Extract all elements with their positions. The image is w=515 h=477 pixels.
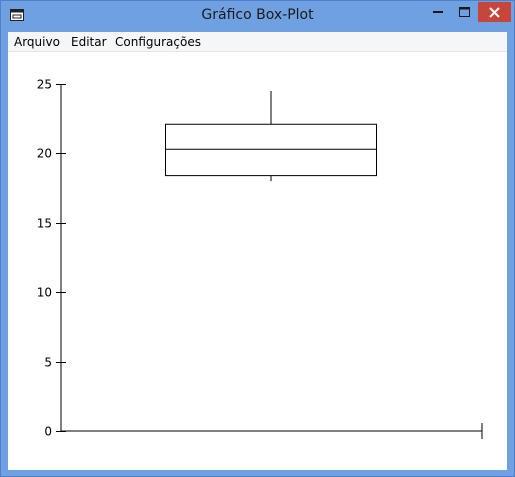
y-tick-label: 25 [37, 78, 52, 92]
menu-configuracoes[interactable]: Configurações [115, 35, 201, 49]
y-tick-label: 5 [44, 356, 52, 370]
interquartile-box [165, 123, 377, 177]
box [165, 90, 377, 182]
close-icon [489, 6, 500, 18]
menu-bar: Arquivo Editar Configurações [8, 32, 507, 52]
y-tick-label: 0 [44, 425, 52, 439]
maximize-icon [459, 7, 470, 17]
y-tick-label: 10 [37, 286, 52, 300]
y-tick-label: 20 [37, 147, 52, 161]
close-button[interactable] [478, 2, 511, 22]
minimize-button[interactable] [424, 2, 451, 22]
app-window: Gráfico Box-Plot Arquivo Editar Configur… [0, 0, 515, 477]
chart-area: 0 5 10 15 20 25 [8, 52, 507, 470]
maximize-button[interactable] [451, 2, 478, 22]
boxplot-chart: 0 5 10 15 20 25 [37, 78, 483, 439]
menu-arquivo[interactable]: Arquivo [14, 35, 60, 49]
minimize-icon [432, 11, 443, 13]
menu-editar[interactable]: Editar [71, 35, 107, 49]
title-bar[interactable]: Gráfico Box-Plot [1, 1, 514, 32]
y-tick-label: 15 [37, 217, 52, 231]
y-ticks: 0 5 10 15 20 25 [37, 78, 66, 439]
